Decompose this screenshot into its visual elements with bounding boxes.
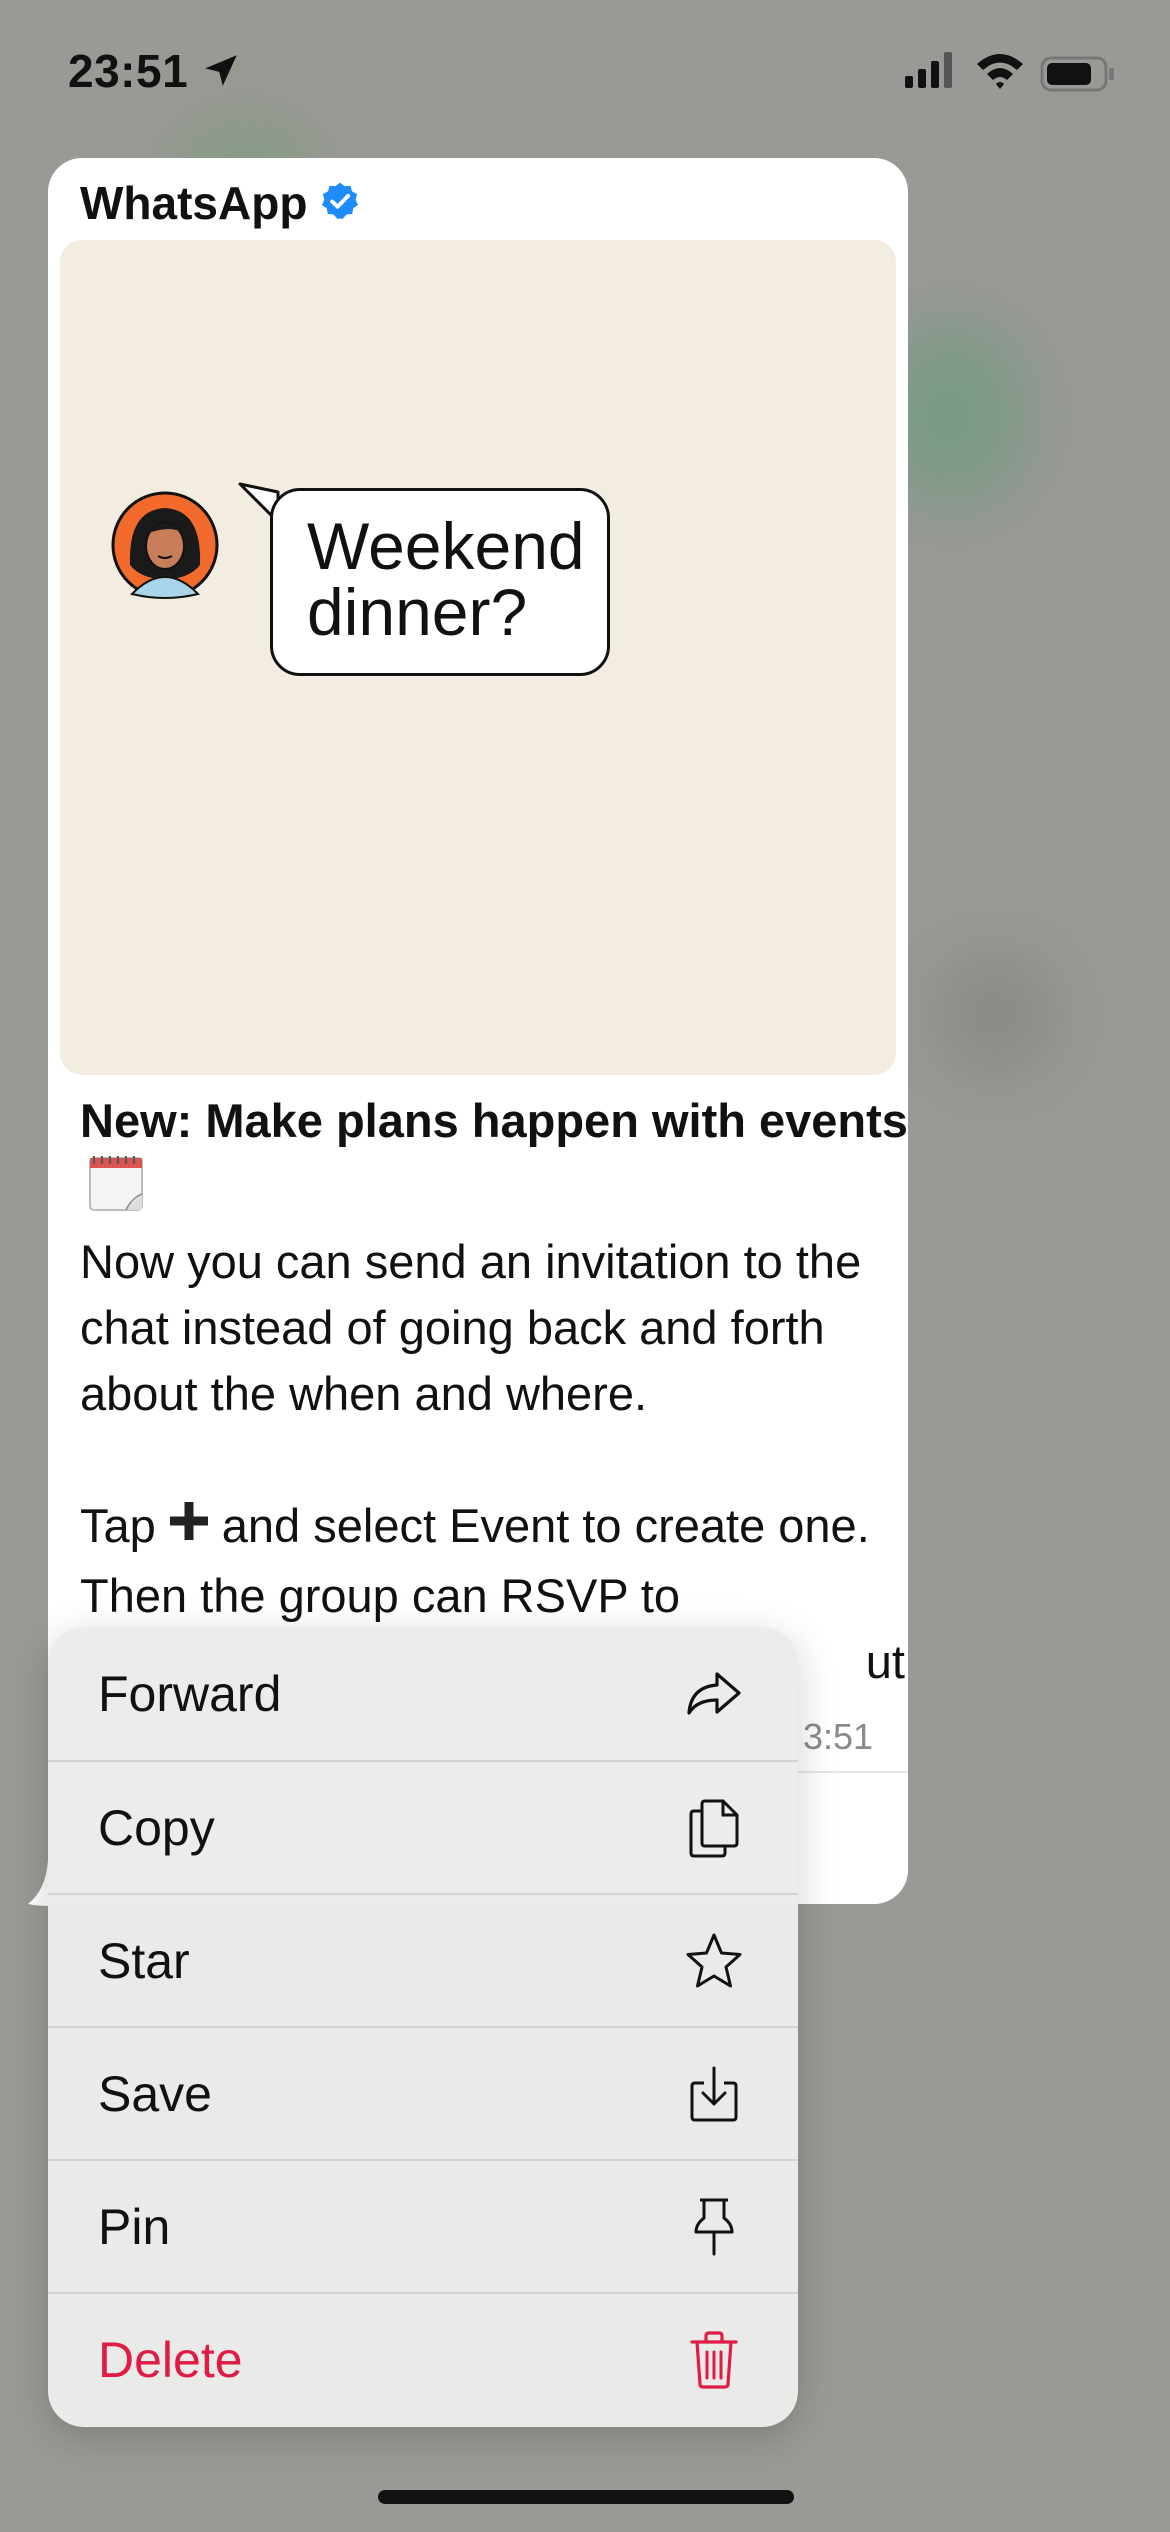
menu-label-delete: Delete — [98, 2331, 243, 2388]
message-body-tap: Tap — [80, 1499, 156, 1552]
context-menu: Forward Copy Star Save Pin Delete — [48, 1627, 798, 2427]
wifi-icon — [975, 50, 1025, 95]
menu-item-delete[interactable]: Delete — [48, 2292, 798, 2425]
message-timestamp: 3:51 — [803, 1716, 874, 1757]
calendar-emoji-icon — [88, 1154, 144, 1229]
plus-icon — [164, 1496, 214, 1563]
menu-item-forward[interactable]: Forward — [48, 1627, 798, 1760]
menu-item-copy[interactable]: Copy — [48, 1760, 798, 1893]
copy-icon — [682, 1796, 746, 1860]
menu-label-forward: Forward — [98, 1665, 282, 1722]
cellular-signal-icon — [905, 52, 955, 93]
save-download-icon — [682, 2062, 746, 2126]
menu-label-copy: Copy — [98, 1799, 215, 1856]
message-text[interactable]: New: Make plans happen with events Now y… — [80, 1088, 908, 1695]
speech-bubble-text: Weekend dinner? — [307, 509, 585, 649]
status-time: 23:51 — [68, 45, 189, 97]
menu-item-star[interactable]: Star — [48, 1893, 798, 2026]
pin-icon — [682, 2195, 746, 2259]
sender-name: WhatsApp — [80, 177, 308, 229]
status-bar: 23:51 — [0, 0, 1170, 150]
woman-avatar-icon — [110, 490, 220, 605]
menu-item-save[interactable]: Save — [48, 2026, 798, 2159]
home-indicator — [378, 2490, 794, 2504]
speech-bubble: Weekend dinner? — [270, 488, 610, 676]
menu-label-pin: Pin — [98, 2198, 171, 2255]
message-title: New: Make plans happen with events — [80, 1094, 908, 1147]
sender-row: WhatsApp — [80, 176, 361, 230]
location-arrow-icon — [200, 50, 242, 97]
message-body-1: Now you can send an invitation to the ch… — [80, 1235, 862, 1420]
menu-item-pin[interactable]: Pin — [48, 2159, 798, 2292]
menu-label-star: Star — [98, 1932, 190, 1989]
menu-label-save: Save — [98, 2065, 212, 2122]
forward-arrow-icon — [682, 1662, 746, 1726]
background-blur — [940, 960, 1050, 1070]
message-image[interactable]: Weekend dinner? — [60, 240, 896, 1075]
star-icon — [682, 1929, 746, 1993]
verified-badge-icon — [319, 180, 361, 227]
trash-icon — [682, 2328, 746, 2392]
battery-icon — [1040, 56, 1116, 97]
